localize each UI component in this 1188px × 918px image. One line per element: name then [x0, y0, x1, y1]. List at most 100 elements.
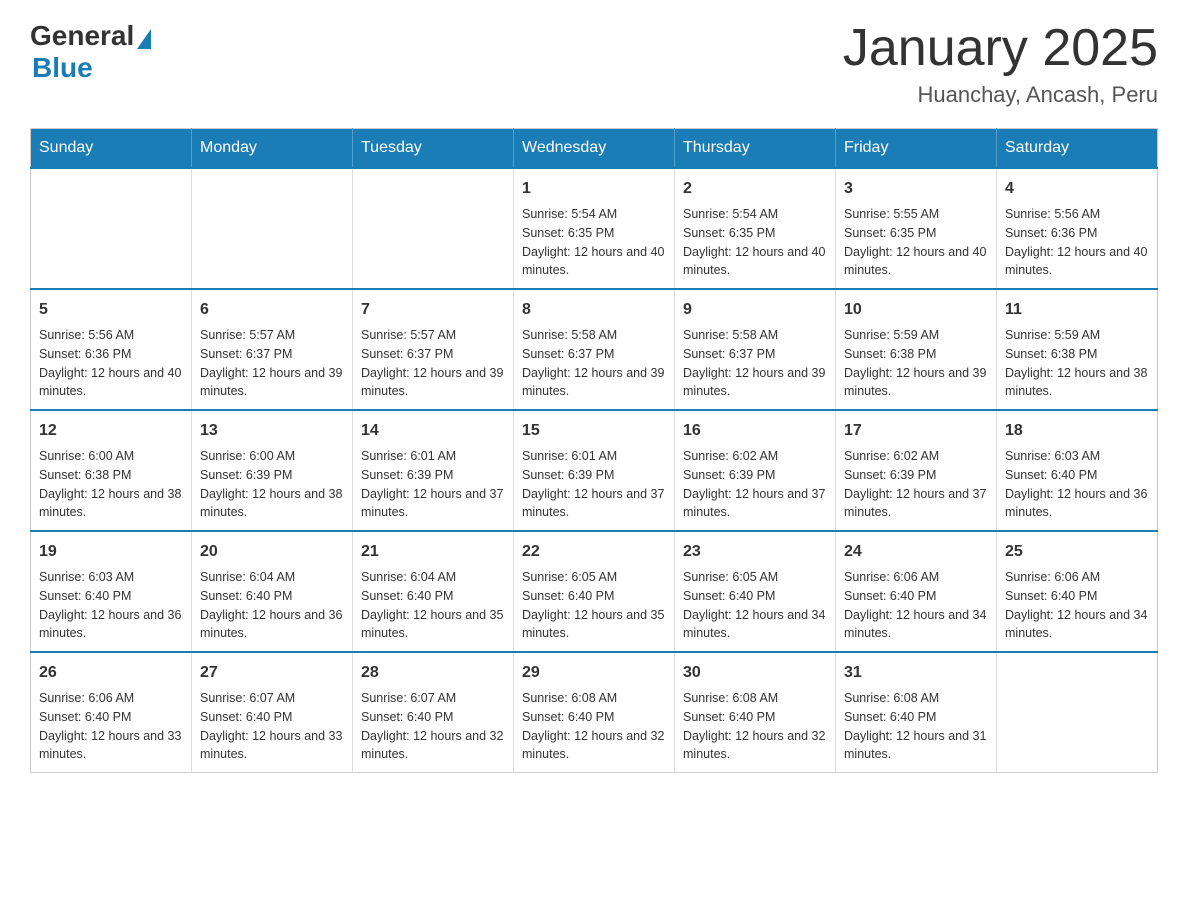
day-number: 30	[683, 661, 827, 685]
day-info: Sunrise: 6:07 AMSunset: 6:40 PMDaylight:…	[200, 689, 344, 764]
day-number: 17	[844, 419, 988, 443]
calendar-cell: 9Sunrise: 5:58 AMSunset: 6:37 PMDaylight…	[675, 289, 836, 410]
calendar-cell: 28 Sunrise: 6:07 AMSunset: 6:40 PMDayligh…	[353, 652, 514, 773]
day-number: 18	[1005, 419, 1149, 443]
calendar-cell: 4 Sunrise: 5:56 AMSunset: 6:36 PMDaylight…	[997, 168, 1158, 289]
day-info: Sunrise: 6:06 AMSunset: 6:40 PMDaylight:…	[1005, 568, 1149, 643]
day-number: 27	[200, 661, 344, 685]
calendar-table: SundayMondayTuesdayWednesdayThursdayFrid…	[30, 128, 1158, 773]
day-info: Sunrise: 6:07 AMSunset: 6:40 PMDaylight:…	[361, 689, 505, 764]
calendar-cell: 12 Sunrise: 6:00 AMSunset: 6:38 PMDayligh…	[31, 410, 192, 531]
calendar-cell	[353, 168, 514, 289]
day-info: Sunrise: 6:03 AMSunset: 6:40 PMDaylight:…	[1005, 447, 1149, 522]
day-number: 22	[522, 540, 666, 564]
day-number: 16	[683, 419, 827, 443]
logo: General Blue	[30, 20, 151, 84]
day-info: Sunrise: 5:57 AMSunset: 6:37 PMDaylight:…	[200, 326, 344, 401]
title-section: January 2025 Huanchay, Ancash, Peru	[843, 20, 1158, 108]
calendar-header-row: SundayMondayTuesdayWednesdayThursdayFrid…	[31, 129, 1158, 169]
calendar-week-row: 19Sunrise: 6:03 AMSunset: 6:40 PMDayligh…	[31, 531, 1158, 652]
day-info: Sunrise: 5:56 AMSunset: 6:36 PMDaylight:…	[1005, 205, 1149, 280]
calendar-cell	[31, 168, 192, 289]
calendar-cell: 13Sunrise: 6:00 AMSunset: 6:39 PMDayligh…	[192, 410, 353, 531]
calendar-cell: 22 Sunrise: 6:05 AMSunset: 6:40 PMDayligh…	[514, 531, 675, 652]
day-info: Sunrise: 6:01 AMSunset: 6:39 PMDaylight:…	[361, 447, 505, 522]
day-number: 4	[1005, 177, 1149, 201]
day-info: Sunrise: 6:02 AMSunset: 6:39 PMDaylight:…	[844, 447, 988, 522]
logo-triangle-icon	[137, 29, 151, 49]
day-number: 14	[361, 419, 505, 443]
logo-general-text: General	[30, 20, 134, 52]
day-number: 7	[361, 298, 505, 322]
calendar-cell: 21Sunrise: 6:04 AMSunset: 6:40 PMDayligh…	[353, 531, 514, 652]
day-number: 5	[39, 298, 183, 322]
day-of-week-header: Saturday	[997, 129, 1158, 169]
day-number: 3	[844, 177, 988, 201]
day-info: Sunrise: 5:55 AMSunset: 6:35 PMDaylight:…	[844, 205, 988, 280]
day-info: Sunrise: 5:56 AMSunset: 6:36 PMDaylight:…	[39, 326, 183, 401]
day-number: 1	[522, 177, 666, 201]
day-number: 2	[683, 177, 827, 201]
calendar-week-row: 1 Sunrise: 5:54 AMSunset: 6:35 PMDaylight…	[31, 168, 1158, 289]
day-number: 11	[1005, 298, 1149, 322]
day-of-week-header: Monday	[192, 129, 353, 169]
logo-blue-text: Blue	[32, 52, 93, 84]
calendar-cell: 2Sunrise: 5:54 AMSunset: 6:35 PMDaylight…	[675, 168, 836, 289]
calendar-cell: 8 Sunrise: 5:58 AMSunset: 6:37 PMDaylight…	[514, 289, 675, 410]
calendar-cell: 3 Sunrise: 5:55 AMSunset: 6:35 PMDaylight…	[836, 168, 997, 289]
day-info: Sunrise: 6:04 AMSunset: 6:40 PMDaylight:…	[200, 568, 344, 643]
calendar-week-row: 12 Sunrise: 6:00 AMSunset: 6:38 PMDayligh…	[31, 410, 1158, 531]
day-info: Sunrise: 6:08 AMSunset: 6:40 PMDaylight:…	[683, 689, 827, 764]
calendar-cell: 31 Sunrise: 6:08 AMSunset: 6:40 PMDayligh…	[836, 652, 997, 773]
month-title: January 2025	[843, 20, 1158, 77]
calendar-cell: 14 Sunrise: 6:01 AMSunset: 6:39 PMDayligh…	[353, 410, 514, 531]
page-header: General Blue January 2025 Huanchay, Anca…	[30, 20, 1158, 108]
calendar-cell	[192, 168, 353, 289]
day-number: 31	[844, 661, 988, 685]
day-info: Sunrise: 6:08 AMSunset: 6:40 PMDaylight:…	[844, 689, 988, 764]
day-of-week-header: Wednesday	[514, 129, 675, 169]
day-info: Sunrise: 5:59 AMSunset: 6:38 PMDaylight:…	[1005, 326, 1149, 401]
calendar-cell: 16 Sunrise: 6:02 AMSunset: 6:39 PMDayligh…	[675, 410, 836, 531]
calendar-cell: 25 Sunrise: 6:06 AMSunset: 6:40 PMDayligh…	[997, 531, 1158, 652]
calendar-cell: 18 Sunrise: 6:03 AMSunset: 6:40 PMDayligh…	[997, 410, 1158, 531]
day-number: 12	[39, 419, 183, 443]
calendar-cell: 30 Sunrise: 6:08 AMSunset: 6:40 PMDayligh…	[675, 652, 836, 773]
day-number: 26	[39, 661, 183, 685]
calendar-cell: 23Sunrise: 6:05 AMSunset: 6:40 PMDayligh…	[675, 531, 836, 652]
day-info: Sunrise: 5:58 AMSunset: 6:37 PMDaylight:…	[522, 326, 666, 401]
calendar-cell: 27 Sunrise: 6:07 AMSunset: 6:40 PMDayligh…	[192, 652, 353, 773]
day-info: Sunrise: 5:57 AMSunset: 6:37 PMDaylight:…	[361, 326, 505, 401]
calendar-cell: 5 Sunrise: 5:56 AMSunset: 6:36 PMDaylight…	[31, 289, 192, 410]
day-info: Sunrise: 6:00 AMSunset: 6:38 PMDaylight:…	[39, 447, 183, 522]
day-of-week-header: Sunday	[31, 129, 192, 169]
calendar-cell: 20Sunrise: 6:04 AMSunset: 6:40 PMDayligh…	[192, 531, 353, 652]
day-number: 25	[1005, 540, 1149, 564]
day-number: 8	[522, 298, 666, 322]
day-number: 15	[522, 419, 666, 443]
day-info: Sunrise: 6:02 AMSunset: 6:39 PMDaylight:…	[683, 447, 827, 522]
calendar-cell: 6 Sunrise: 5:57 AMSunset: 6:37 PMDaylight…	[192, 289, 353, 410]
day-info: Sunrise: 6:01 AMSunset: 6:39 PMDaylight:…	[522, 447, 666, 522]
day-number: 28	[361, 661, 505, 685]
day-number: 6	[200, 298, 344, 322]
day-info: Sunrise: 5:54 AMSunset: 6:35 PMDaylight:…	[522, 205, 666, 280]
day-number: 24	[844, 540, 988, 564]
day-of-week-header: Friday	[836, 129, 997, 169]
calendar-cell: 17 Sunrise: 6:02 AMSunset: 6:39 PMDayligh…	[836, 410, 997, 531]
day-info: Sunrise: 6:05 AMSunset: 6:40 PMDaylight:…	[683, 568, 827, 643]
day-number: 29	[522, 661, 666, 685]
calendar-cell	[997, 652, 1158, 773]
location-title: Huanchay, Ancash, Peru	[843, 82, 1158, 108]
day-info: Sunrise: 6:03 AMSunset: 6:40 PMDaylight:…	[39, 568, 183, 643]
calendar-cell: 15 Sunrise: 6:01 AMSunset: 6:39 PMDayligh…	[514, 410, 675, 531]
day-number: 9	[683, 298, 827, 322]
day-info: Sunrise: 6:00 AMSunset: 6:39 PMDaylight:…	[200, 447, 344, 522]
day-of-week-header: Tuesday	[353, 129, 514, 169]
calendar-cell: 24Sunrise: 6:06 AMSunset: 6:40 PMDayligh…	[836, 531, 997, 652]
calendar-week-row: 26Sunrise: 6:06 AMSunset: 6:40 PMDayligh…	[31, 652, 1158, 773]
day-number: 10	[844, 298, 988, 322]
day-info: Sunrise: 6:05 AMSunset: 6:40 PMDaylight:…	[522, 568, 666, 643]
calendar-week-row: 5 Sunrise: 5:56 AMSunset: 6:36 PMDaylight…	[31, 289, 1158, 410]
day-info: Sunrise: 6:08 AMSunset: 6:40 PMDaylight:…	[522, 689, 666, 764]
